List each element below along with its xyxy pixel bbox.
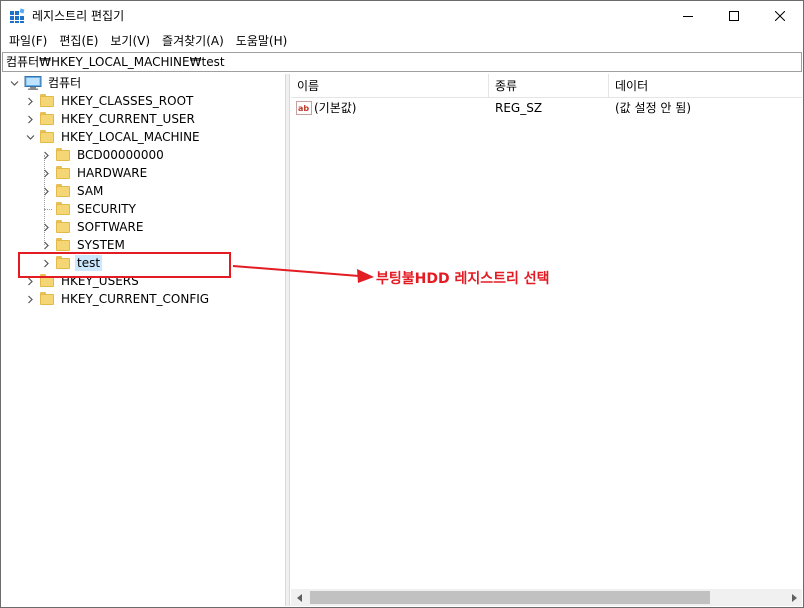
menu-view[interactable]: 보기(V)	[104, 31, 156, 51]
tree-item-hkey-current-config[interactable]: HKEY_CURRENT_CONFIG	[24, 290, 211, 308]
annotation-arrow-icon	[232, 265, 374, 283]
tree-item-label: BCD00000000	[77, 148, 164, 162]
folder-icon	[56, 184, 70, 197]
no-expander	[40, 200, 52, 218]
tree-item-label: SOFTWARE	[77, 220, 144, 234]
menu-favorites[interactable]: 즐겨찾기(A)	[156, 31, 230, 51]
tree-item-label: HARDWARE	[77, 166, 148, 180]
pane-splitter[interactable]	[285, 74, 290, 606]
tree-item-label: SECURITY	[77, 202, 136, 216]
address-bar[interactable]: 컴퓨터₩HKEY_LOCAL_MACHINE₩test	[2, 52, 802, 72]
close-icon	[775, 11, 785, 21]
value-row[interactable]: ab (기본값) REG_SZ (값 설정 안 됨)	[291, 99, 802, 117]
expand-chevron-icon[interactable]	[40, 182, 52, 200]
column-header-name[interactable]: 이름	[291, 74, 489, 98]
tree-item-bcd[interactable]: BCD00000000	[40, 146, 166, 164]
menu-file[interactable]: 파일(F)	[3, 31, 53, 51]
menu-help[interactable]: 도움말(H)	[230, 31, 294, 51]
menu-edit[interactable]: 편집(E)	[53, 31, 104, 51]
collapse-chevron-icon[interactable]	[24, 128, 36, 146]
collapse-chevron-icon[interactable]	[8, 74, 20, 92]
value-type: REG_SZ	[495, 101, 543, 115]
tree-pane[interactable]: 컴퓨터 HKEY_CLASSES_ROOT HKEY_CURRENT_USER …	[4, 74, 284, 606]
folder-icon	[40, 94, 54, 107]
expand-chevron-icon[interactable]	[24, 290, 36, 308]
values-pane[interactable]: 이름 종류 데이터 ab (기본값) REG_SZ (값 설정 안 됨)	[291, 74, 802, 606]
maximize-icon	[729, 11, 739, 21]
annotation-text: 부팅불HDD 레지스트리 선택	[376, 271, 550, 287]
annotation-highlight-box	[18, 252, 231, 278]
folder-icon	[56, 148, 70, 161]
horizontal-scrollbar[interactable]	[291, 589, 802, 606]
tree-item-computer[interactable]: 컴퓨터	[8, 74, 83, 92]
folder-icon	[40, 292, 54, 305]
tree-item-hkey-classes-root[interactable]: HKEY_CLASSES_ROOT	[24, 92, 195, 110]
value-data: (값 설정 안 됨)	[615, 101, 692, 115]
menu-bar: 파일(F) 편집(E) 보기(V) 즐겨찾기(A) 도움말(H)	[1, 31, 803, 51]
tree-item-security[interactable]: SECURITY	[40, 200, 138, 218]
tree-item-label: SAM	[77, 184, 104, 198]
list-header: 이름 종류 데이터	[291, 74, 802, 98]
expand-chevron-icon[interactable]	[24, 110, 36, 128]
folder-icon	[56, 238, 70, 251]
tree-item-hardware[interactable]: HARDWARE	[40, 164, 149, 182]
address-path: 컴퓨터₩HKEY_LOCAL_MACHINE₩test	[6, 55, 225, 69]
computer-icon	[24, 76, 42, 90]
window-title: 레지스트리 편집기	[32, 9, 125, 23]
tree-item-hkey-local-machine[interactable]: HKEY_LOCAL_MACHINE	[24, 128, 202, 146]
maximize-button[interactable]	[711, 1, 757, 31]
minimize-icon	[683, 16, 693, 17]
folder-icon	[56, 166, 70, 179]
column-header-data[interactable]: 데이터	[609, 74, 802, 98]
expand-chevron-icon[interactable]	[24, 92, 36, 110]
tree-item-label: HKEY_CURRENT_CONFIG	[61, 292, 210, 306]
column-header-type[interactable]: 종류	[489, 74, 609, 98]
minimize-button[interactable]	[665, 1, 711, 31]
registry-editor-window: 레지스트리 편집기 파일(F) 편집(E) 보기(V) 즐겨찾기(A) 도움말(…	[0, 0, 804, 608]
scroll-right-icon[interactable]	[785, 589, 802, 606]
folder-icon	[56, 202, 70, 215]
tree-item-label: HKEY_CURRENT_USER	[61, 112, 195, 126]
scrollbar-thumb[interactable]	[310, 591, 710, 604]
folder-icon	[56, 220, 70, 233]
scroll-left-icon[interactable]	[291, 589, 308, 606]
expand-chevron-icon[interactable]	[40, 146, 52, 164]
value-name: (기본값)	[314, 101, 357, 115]
registry-app-icon	[10, 8, 25, 23]
close-button[interactable]	[757, 1, 803, 31]
folder-icon	[40, 112, 54, 125]
string-value-icon: ab	[296, 101, 312, 115]
svg-text:ab: ab	[298, 104, 309, 113]
tree-item-label: HKEY_CLASSES_ROOT	[61, 94, 194, 108]
tree-item-software[interactable]: SOFTWARE	[40, 218, 145, 236]
tree-item-label: HKEY_LOCAL_MACHINE	[61, 130, 200, 144]
tree-item-label: SYSTEM	[77, 238, 125, 252]
title-bar: 레지스트리 편집기	[1, 1, 803, 31]
expand-chevron-icon[interactable]	[40, 164, 52, 182]
folder-icon	[40, 130, 54, 143]
tree-item-sam[interactable]: SAM	[40, 182, 105, 200]
expand-chevron-icon[interactable]	[40, 218, 52, 236]
tree-item-label: 컴퓨터	[48, 76, 82, 90]
tree-item-hkey-current-user[interactable]: HKEY_CURRENT_USER	[24, 110, 197, 128]
